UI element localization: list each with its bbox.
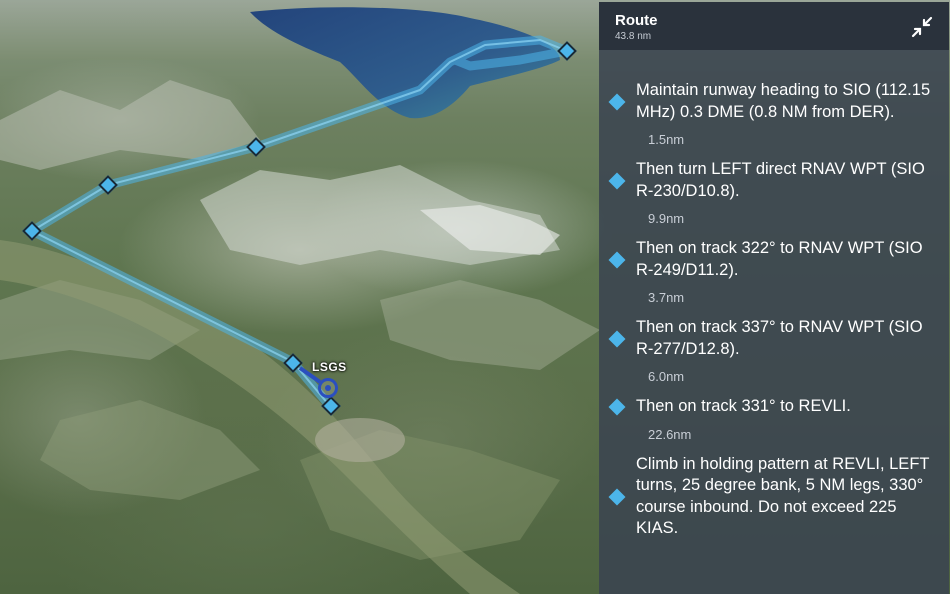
total-distance: 43.8 nm	[615, 31, 652, 42]
waypoint-diamond-icon	[608, 251, 626, 268]
route-step[interactable]: Then turn LEFT direct RNAV WPT (SIO R-23…	[608, 159, 939, 238]
collapse-arrows-icon	[911, 16, 933, 38]
leg-distance: 22.6nm	[648, 426, 692, 442]
waypoint-diamond-icon	[608, 330, 626, 347]
route-step[interactable]: Climb in holding pattern at REVLI, LEFT …	[608, 454, 939, 540]
route-step[interactable]: Then on track 322° to RNAV WPT (SIO R-24…	[608, 238, 939, 317]
route-step[interactable]: Maintain runway heading to SIO (112.15 M…	[608, 80, 939, 159]
step-instruction: Then on track 322° to RNAV WPT (SIO R-24…	[636, 239, 923, 279]
collapse-button[interactable]	[909, 14, 935, 40]
route-step[interactable]: Then on track 337° to RNAV WPT (SIO R-27…	[608, 317, 939, 396]
route-panel: Route 43.8 nm Maintain runway heading to…	[599, 2, 949, 594]
step-instruction: Climb in holding pattern at REVLI, LEFT …	[636, 454, 930, 538]
waypoint-diamond-icon	[608, 172, 626, 189]
route-panel-header: Route 43.8 nm	[599, 2, 949, 50]
step-instruction: Then on track 337° to RNAV WPT (SIO R-27…	[636, 318, 923, 358]
leg-distance: 3.7nm	[648, 290, 685, 305]
step-instruction: Then on track 331° to REVLI.	[636, 397, 851, 415]
leg-distance: 9.9nm	[648, 211, 685, 226]
route-steps-list: Maintain runway heading to SIO (112.15 M…	[599, 50, 949, 540]
town-area	[315, 418, 405, 462]
panel-title: Route	[615, 12, 658, 29]
waypoint-diamond-icon	[608, 488, 626, 505]
leg-distance: 6.0nm	[648, 369, 685, 384]
step-instruction: Maintain runway heading to SIO (112.15 M…	[636, 81, 931, 121]
route-step[interactable]: Then on track 331° to REVLI. 22.6nm	[608, 396, 939, 454]
step-instruction: Then turn LEFT direct RNAV WPT (SIO R-23…	[636, 160, 925, 200]
airport-label: LSGS	[312, 360, 347, 374]
leg-distance: 1.5nm	[648, 132, 685, 147]
airport-icon[interactable]	[318, 378, 338, 398]
waypoint-diamond-icon	[608, 398, 626, 416]
waypoint-diamond-icon	[608, 93, 626, 110]
